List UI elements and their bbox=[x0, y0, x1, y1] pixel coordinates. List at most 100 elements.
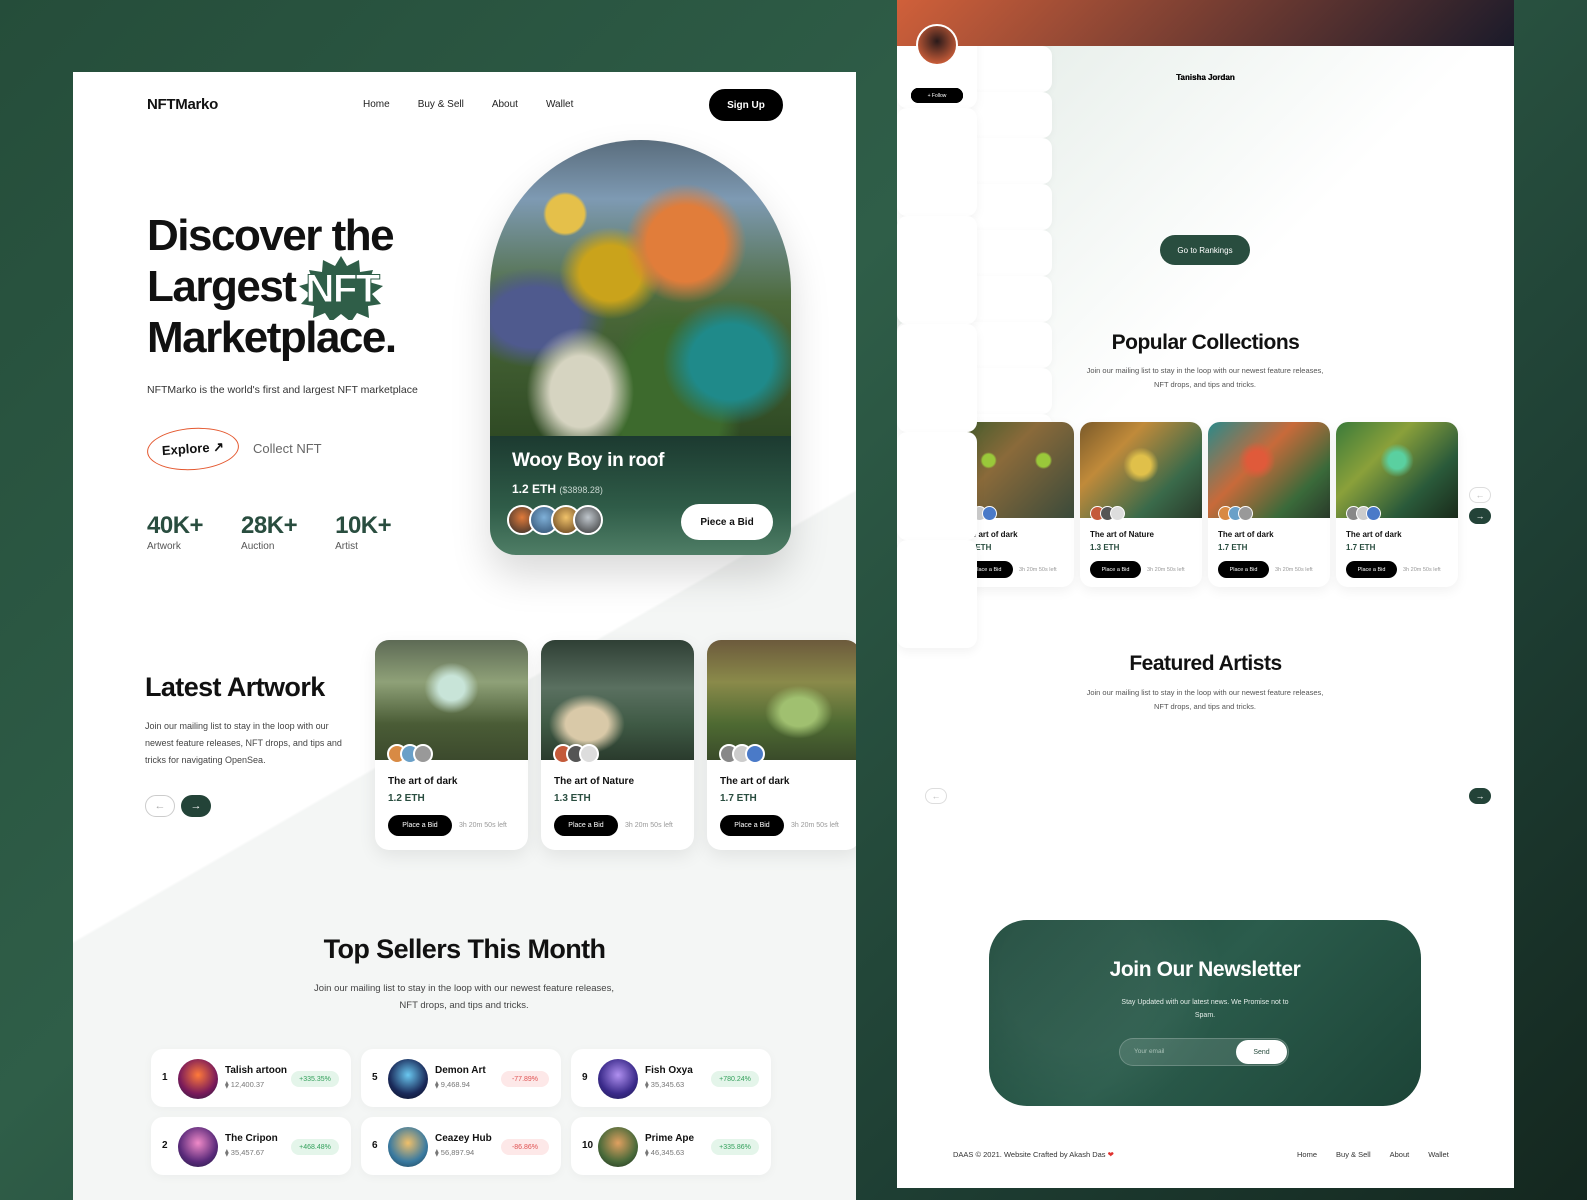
artwork-price: 1.3 ETH bbox=[554, 793, 591, 804]
seller-change: +335.86% bbox=[711, 1139, 759, 1155]
signup-button[interactable]: Sign Up bbox=[709, 89, 783, 121]
nav-wallet[interactable]: Wallet bbox=[546, 99, 573, 110]
avatar bbox=[388, 1059, 428, 1099]
owner-avatars bbox=[553, 744, 599, 764]
place-bid-button[interactable]: Place a Bid bbox=[1346, 561, 1397, 578]
explore-button[interactable]: Explore ↗ bbox=[145, 424, 241, 474]
artwork-card[interactable]: The art of Nature 1.3 ETH Place a Bid 3h… bbox=[541, 640, 694, 850]
footer-home[interactable]: Home bbox=[1297, 1150, 1317, 1159]
artwork-image bbox=[707, 640, 856, 760]
footer-wallet[interactable]: Wallet bbox=[1428, 1150, 1449, 1159]
collection-card[interactable]: The art of dark 1.7 ETH Place a Bid 3h 2… bbox=[1336, 422, 1458, 587]
avatar bbox=[178, 1127, 218, 1167]
logo[interactable]: NFTMarko bbox=[147, 96, 218, 113]
seller-price: ⧫ 56,897.94 bbox=[435, 1148, 475, 1157]
collection-price: 1.7 ETH bbox=[1346, 543, 1376, 552]
footer-about[interactable]: About bbox=[1390, 1150, 1410, 1159]
seller-row[interactable]: 1 Talish artoon ⧫ 12,400.37 +335.35% bbox=[151, 1049, 351, 1107]
avatar bbox=[598, 1059, 638, 1099]
seller-price: ⧫ 9,468.94 bbox=[435, 1080, 470, 1089]
seller-row[interactable]: 9 Fish Oxya ⧫ 35,345.63 +780.24% bbox=[571, 1049, 771, 1107]
footer-nav: Home Buy & Sell About Wallet bbox=[1297, 1150, 1449, 1159]
collections-next-arrow-icon[interactable]: → bbox=[1469, 508, 1491, 524]
seller-row[interactable]: 6 Ceazey Hub ⧫ 56,897.94 -86.86% bbox=[361, 1117, 561, 1175]
hero-stats: 40K+ Artwork 28K+ Auction 10K+ Artist bbox=[147, 512, 392, 552]
artist-card[interactable]: Tanisha Jordan+ Follow bbox=[897, 0, 1514, 540]
landing-page-right: 1Talish artoon⧫ 12,400.37+335.35%2The Cr… bbox=[897, 0, 1514, 1188]
place-bid-button[interactable]: Place a Bid bbox=[720, 815, 784, 836]
place-bid-button[interactable]: Place a Bid bbox=[1090, 561, 1141, 578]
seller-rank: 9 bbox=[582, 1072, 588, 1083]
hero-card-usd: ($3898.28) bbox=[559, 485, 603, 495]
artwork-card[interactable]: The art of dark 1.7 ETH Place a Bid 3h 2… bbox=[707, 640, 856, 850]
hero-title-line-1: Discover the bbox=[147, 211, 395, 260]
seller-row[interactable]: 10 Prime Ape ⧫ 46,345.63 +335.86% bbox=[571, 1117, 771, 1175]
place-bid-button[interactable]: Place a Bid bbox=[554, 815, 618, 836]
send-button[interactable]: Send bbox=[1236, 1040, 1287, 1064]
artwork-title: The art of dark bbox=[388, 776, 458, 787]
collection-title: The art of dark bbox=[1218, 530, 1274, 539]
next-arrow-icon[interactable]: → bbox=[181, 795, 211, 817]
hero-subtitle: NFTMarko is the world's first and larges… bbox=[147, 384, 418, 396]
seller-price-value: 35,457.67 bbox=[230, 1148, 265, 1157]
collection-card[interactable]: The art of Nature 1.3 ETH Place a Bid 3h… bbox=[1080, 422, 1202, 587]
place-bid-button[interactable]: Place a Bid bbox=[1218, 561, 1269, 578]
prev-arrow-icon[interactable]: ← bbox=[145, 795, 175, 817]
latest-nav-arrows: ← → bbox=[145, 795, 211, 817]
nav-buy-sell[interactable]: Buy & Sell bbox=[418, 99, 464, 110]
place-bid-button[interactable]: Piece a Bid bbox=[681, 504, 773, 540]
seller-row[interactable]: 2 The Cripon ⧫ 35,457.67 +468.48% bbox=[151, 1117, 351, 1175]
email-placeholder: Your email bbox=[1134, 1048, 1165, 1055]
landing-page-left: NFTMarko Home Buy & Sell About Wallet Si… bbox=[73, 72, 856, 1200]
artist-card[interactable]: Tanisha Jordan+ Follow bbox=[897, 0, 1514, 648]
hero-card-title: Wooy Boy in roof bbox=[512, 450, 665, 471]
time-left: 3h 20m 50s left bbox=[1275, 567, 1313, 573]
time-left: 3h 20m 50s left bbox=[1019, 567, 1057, 573]
artwork-card[interactable]: The art of dark 1.2 ETH Place a Bid 3h 2… bbox=[375, 640, 528, 850]
avatar bbox=[1238, 506, 1253, 521]
newsletter-title: Join Our Newsletter bbox=[1109, 958, 1301, 981]
artists-prev-arrow-icon[interactable]: ← bbox=[925, 788, 947, 804]
seller-change: +780.24% bbox=[711, 1071, 759, 1087]
artists-next-arrow-icon[interactable]: → bbox=[1469, 788, 1491, 804]
collections-prev-arrow-icon[interactable]: ← bbox=[1469, 487, 1491, 503]
seller-rank: 10 bbox=[582, 1140, 594, 1151]
nav-home[interactable]: Home bbox=[363, 99, 390, 110]
collection-title: The art of dark bbox=[1346, 530, 1402, 539]
go-to-rankings-button[interactable]: Go to Rankings bbox=[1160, 235, 1250, 265]
avatar bbox=[1366, 506, 1381, 521]
artist-card[interactable]: Tanisha JordanFollowed bbox=[897, 0, 1514, 324]
place-bid-button[interactable]: Place a Bid bbox=[388, 815, 452, 836]
nav-about[interactable]: About bbox=[492, 99, 518, 110]
seller-row[interactable]: 5 Demon Art ⧫ 9,468.94 -77.89% bbox=[361, 1049, 561, 1107]
seller-price-value: 56,897.94 bbox=[440, 1148, 475, 1157]
time-left: 3h 20m 50s left bbox=[1403, 567, 1441, 573]
seller-change: +468.48% bbox=[291, 1139, 339, 1155]
artwork-title: The art of Nature bbox=[554, 776, 635, 787]
avatar bbox=[413, 744, 433, 764]
bidder-avatars bbox=[507, 505, 603, 535]
latest-artwork-desc: Join our mailing list to stay in the loo… bbox=[145, 721, 342, 765]
seller-name: The Cripon bbox=[225, 1133, 278, 1144]
seller-price-value: 46,345.63 bbox=[650, 1148, 685, 1157]
stat-value: 28K+ bbox=[241, 512, 298, 539]
stat-auction: 28K+ Auction bbox=[241, 512, 298, 552]
top-sellers-desc: Join our mailing list to stay in the loo… bbox=[314, 983, 614, 1011]
artist-card[interactable]: Tanisha Jordan+ Follow bbox=[897, 0, 1514, 216]
hero-featured-card[interactable]: Wooy Boy in roof 1.2 ETH ($3898.28) Piec… bbox=[490, 140, 791, 555]
artist-card[interactable]: Tanisha Jordan+ Follow bbox=[897, 0, 1514, 432]
footer-buy-sell[interactable]: Buy & Sell bbox=[1336, 1150, 1371, 1159]
collection-price: 1.7 ETH bbox=[1218, 543, 1248, 552]
artwork-price: 1.2 ETH bbox=[388, 793, 425, 804]
stat-label: Artist bbox=[335, 541, 358, 552]
artwork-price: 1.7 ETH bbox=[720, 793, 757, 804]
copyright-text: DAAS © 2021. Website Crafted by Akash Da… bbox=[953, 1150, 1106, 1159]
collect-nft-link[interactable]: Collect NFT bbox=[253, 441, 322, 456]
owner-avatars bbox=[387, 744, 433, 764]
popular-collections-desc: Join our mailing list to stay in the loo… bbox=[1086, 366, 1324, 389]
avatar bbox=[598, 1127, 638, 1167]
seller-rank: 6 bbox=[372, 1140, 378, 1151]
avatar bbox=[178, 1059, 218, 1099]
collection-card[interactable]: The art of dark 1.7 ETH Place a Bid 3h 2… bbox=[1208, 422, 1330, 587]
stat-value: 40K+ bbox=[147, 512, 204, 539]
